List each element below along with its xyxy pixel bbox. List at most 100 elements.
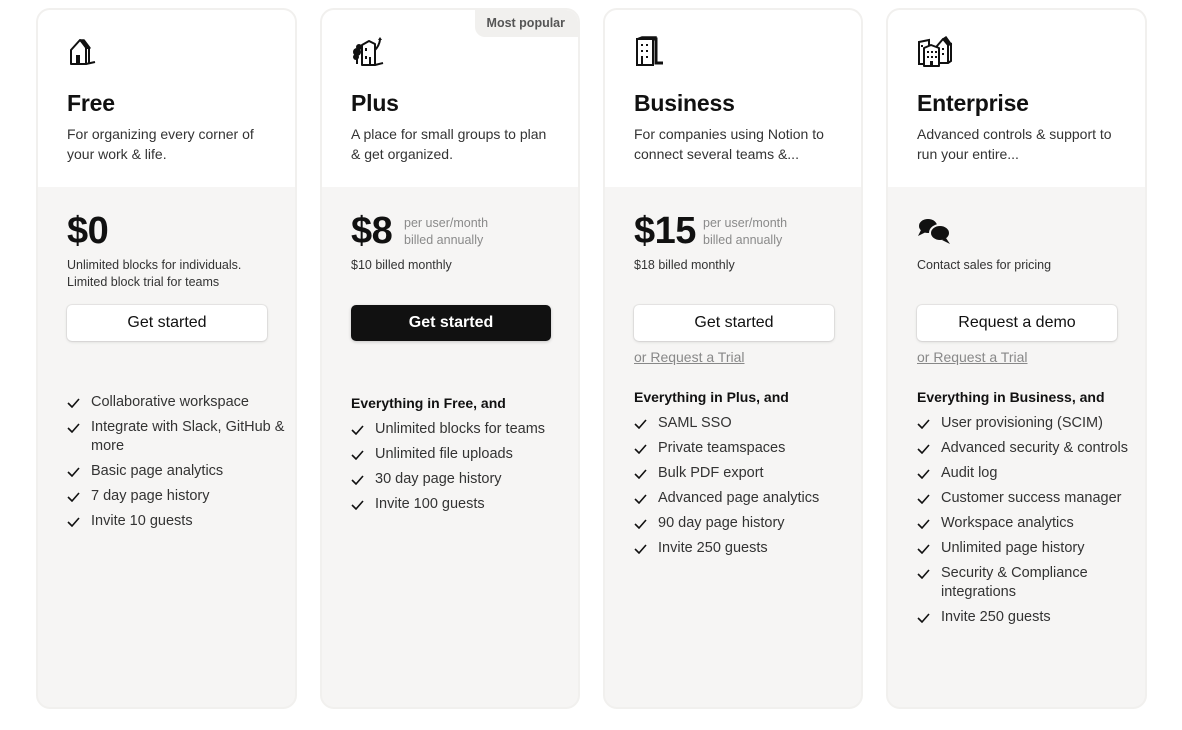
plan-card-plus: Most popular Plus A place for small grou… [320, 8, 580, 709]
feature-label: Invite 100 guests [375, 496, 485, 512]
feature-section: Everything in Plus, and SAML SSO Private … [634, 387, 854, 564]
feature-section: Everything in Free, and Unlimited blocks… [351, 393, 571, 520]
plan-subprice: $10 billed monthly [351, 258, 452, 272]
plan-name: Business [634, 90, 735, 116]
price-note-per-user: per user/month [703, 216, 788, 230]
check-icon [917, 514, 933, 533]
plan-description: Advanced controls & support to run your … [917, 126, 1112, 162]
features-heading: Everything in Business, and [917, 389, 1105, 405]
feature-label: 90 day page history [658, 515, 785, 531]
feature-label: Invite 250 guests [658, 540, 768, 556]
feature-label: Private teamspaces [658, 440, 786, 456]
feature-label: Bulk PDF export [658, 465, 764, 481]
feature-label: Advanced security & controls [941, 440, 1128, 456]
check-icon [67, 393, 83, 412]
feature-label: Workspace analytics [941, 515, 1074, 531]
feature-list: User provisioning (SCIM) Advanced securit… [917, 414, 1137, 627]
feature-label: Unlimited page history [941, 540, 1085, 556]
check-icon [634, 514, 650, 533]
check-icon [351, 495, 367, 514]
check-icon [67, 512, 83, 531]
plan-description: For organizing every corner of your work… [67, 126, 254, 162]
request-demo-button[interactable]: Request a demo [917, 305, 1117, 341]
request-trial-link[interactable]: or Request a Trial [917, 349, 1028, 365]
feature-item: Invite 250 guests [634, 539, 854, 558]
plan-body: $8 per user/month billed annually $10 bi… [322, 187, 578, 707]
feature-item: Unlimited page history [917, 539, 1137, 558]
feature-item: Invite 100 guests [351, 495, 571, 514]
feature-item: Security & Compliance integrations [917, 564, 1137, 602]
check-icon [917, 608, 933, 627]
check-icon [917, 414, 933, 433]
feature-section: Everything in Business, and User provisi… [917, 387, 1137, 633]
price-note: per user/month billed annually [703, 215, 787, 249]
most-popular-badge: Most popular [474, 10, 578, 37]
feature-label: Unlimited blocks for teams [375, 421, 546, 437]
feature-label: Integrate with Slack, GitHub & more [91, 419, 285, 454]
check-icon [634, 489, 650, 508]
price-note-billing: billed annually [404, 233, 484, 247]
plan-card-free: Free For organizing every corner of your… [36, 8, 297, 709]
feature-item: 90 day page history [634, 514, 854, 533]
feature-list: Unlimited blocks for teams Unlimited file… [351, 420, 571, 514]
feature-item: Private teamspaces [634, 439, 854, 458]
check-icon [917, 539, 933, 558]
get-started-button[interactable]: Get started [67, 305, 267, 341]
feature-label: Audit log [941, 465, 998, 481]
feature-item: 30 day page history [351, 470, 571, 489]
feature-item: User provisioning (SCIM) [917, 414, 1137, 433]
feature-list: SAML SSO Private teamspaces Bulk PDF expor… [634, 414, 854, 558]
feature-label: Security & Compliance integrations [941, 565, 1088, 600]
plan-body: Contact sales for pricing Request a demo… [888, 187, 1145, 707]
feature-item: Invite 250 guests [917, 608, 1137, 627]
plan-header: Free For organizing every corner of your… [38, 10, 295, 187]
plan-card-enterprise: Enterprise Advanced controls & support t… [886, 8, 1147, 709]
feature-item: Workspace analytics [917, 514, 1137, 533]
check-icon [917, 464, 933, 483]
check-icon [634, 414, 650, 433]
check-icon [351, 420, 367, 439]
plan-subprice: Unlimited blocks for individuals. Limite… [67, 258, 242, 289]
plan-header: Enterprise Advanced controls & support t… [888, 10, 1145, 187]
price-note: per user/month billed annually [404, 215, 488, 249]
plan-price: $8 [351, 210, 393, 252]
feature-item: 7 day page history [67, 487, 287, 506]
office-building-icon [634, 36, 670, 68]
feature-item: Bulk PDF export [634, 464, 854, 483]
check-icon [634, 439, 650, 458]
plan-body: $0 Unlimited blocks for individuals. Lim… [38, 187, 295, 707]
get-started-button[interactable]: Get started [351, 305, 551, 341]
check-icon [351, 470, 367, 489]
check-icon [917, 439, 933, 458]
plan-name: Enterprise [917, 90, 1029, 116]
features-heading: Everything in Plus, and [634, 389, 789, 405]
check-icon [351, 445, 367, 464]
feature-label: Customer success manager [941, 490, 1122, 506]
small-building-with-tree-icon [351, 36, 387, 68]
check-icon [67, 462, 83, 481]
feature-label: 30 day page history [375, 471, 502, 487]
plan-header: Most popular Plus A place for small grou… [322, 10, 578, 187]
feature-item: Unlimited blocks for teams [351, 420, 571, 439]
price-note-billing: billed annually [703, 233, 783, 247]
feature-item: Integrate with Slack, GitHub & more [67, 418, 287, 456]
check-icon [917, 489, 933, 508]
get-started-button[interactable]: Get started [634, 305, 834, 341]
plan-name: Plus [351, 90, 399, 116]
check-icon [634, 464, 650, 483]
feature-item: Audit log [917, 464, 1137, 483]
request-trial-link[interactable]: or Request a Trial [634, 349, 745, 365]
plan-description: For companies using Notion to connect se… [634, 126, 824, 162]
check-icon [917, 564, 933, 583]
feature-item: SAML SSO [634, 414, 854, 433]
feature-item: Customer success manager [917, 489, 1137, 508]
feature-label: Basic page analytics [91, 463, 224, 479]
feature-item: Advanced page analytics [634, 489, 854, 508]
feature-label: Advanced page analytics [658, 490, 820, 506]
feature-list: Collaborative workspace Integrate with Sl… [67, 393, 287, 531]
feature-label: SAML SSO [658, 415, 732, 431]
feature-label: Invite 250 guests [941, 609, 1051, 625]
price-note-per-user: per user/month [404, 216, 489, 230]
feature-label: Collaborative workspace [91, 394, 249, 410]
plan-subprice: Contact sales for pricing [917, 258, 1052, 272]
